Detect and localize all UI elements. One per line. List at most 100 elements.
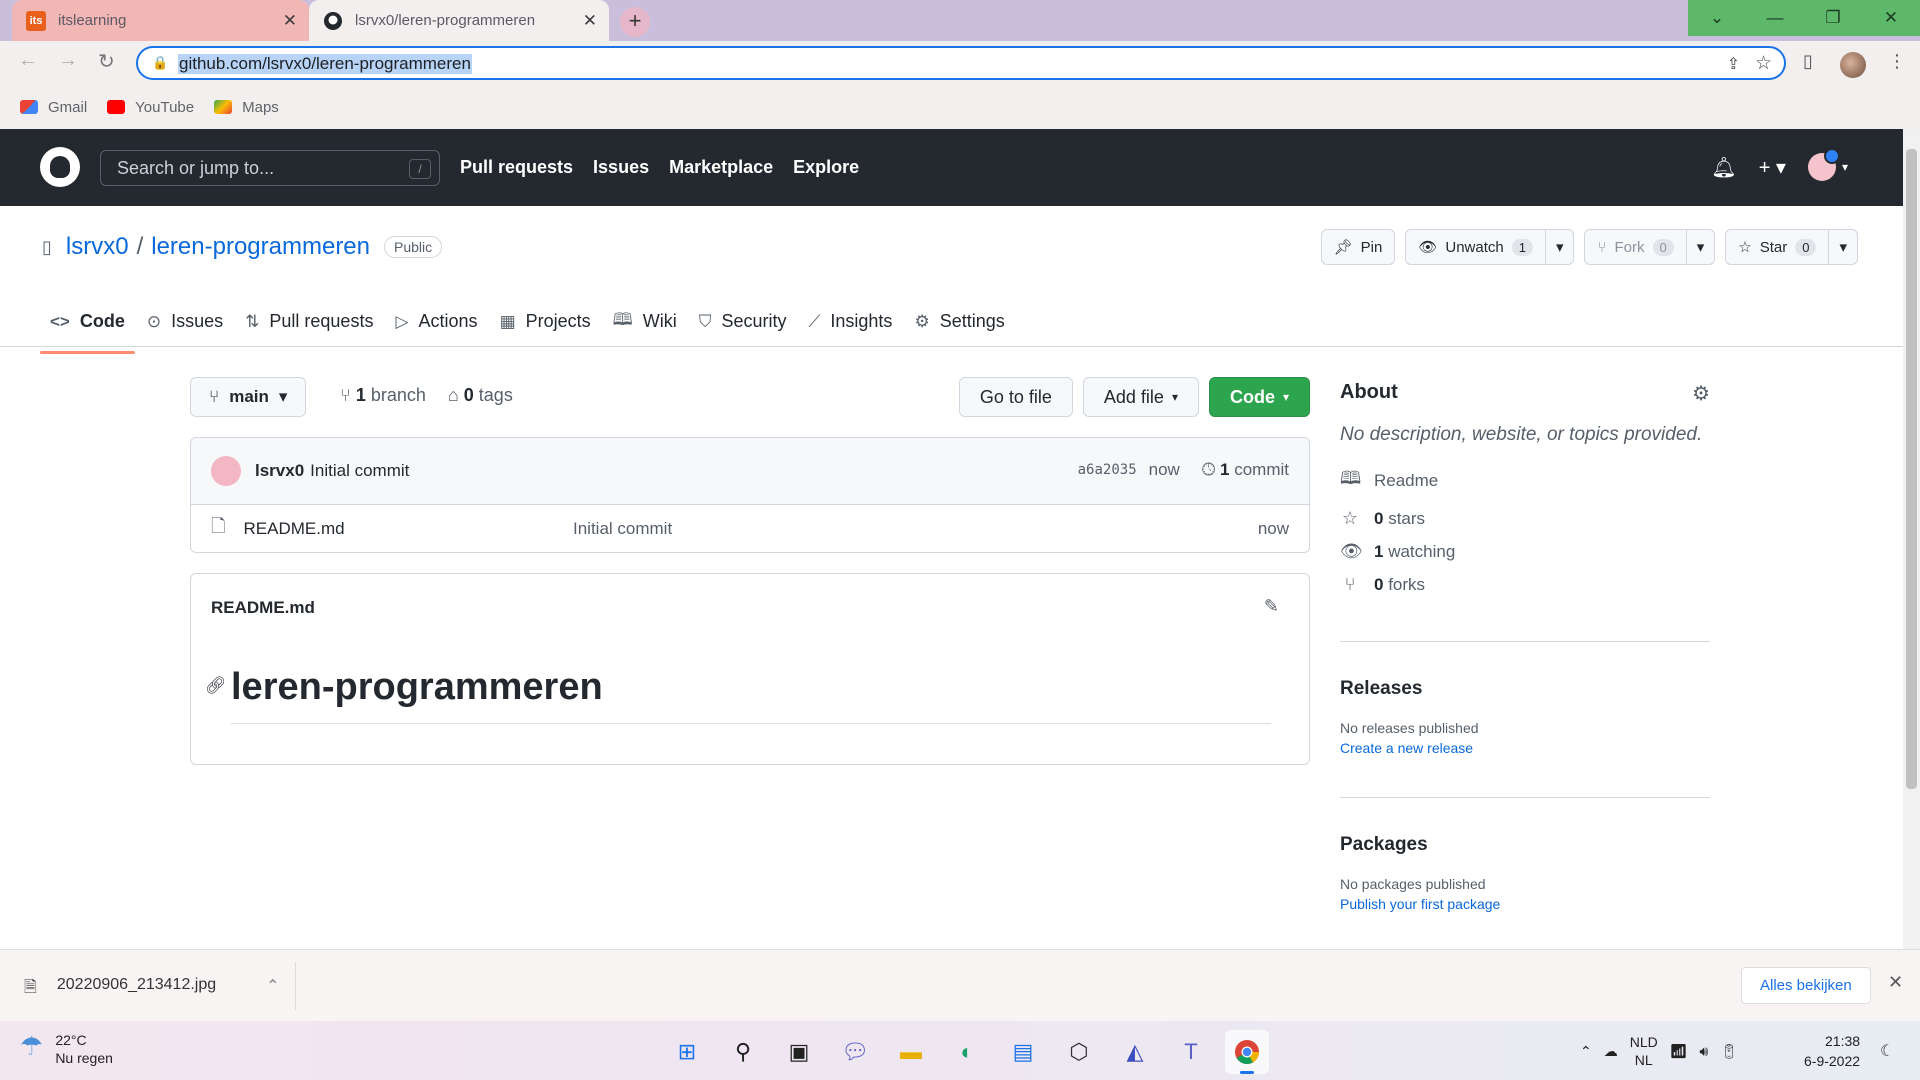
- close-tab-icon[interactable]: ✕: [283, 11, 297, 31]
- github-logo-icon[interactable]: [40, 147, 80, 187]
- close-icon[interactable]: ✕: [1888, 972, 1903, 993]
- volume-icon[interactable]: 🔊︎: [1700, 1043, 1709, 1060]
- gear-icon[interactable]: ⚙: [1692, 381, 1710, 406]
- bookmark-maps[interactable]: Maps: [214, 99, 279, 116]
- forks-link[interactable]: ⑂ 0 forks: [1340, 574, 1710, 595]
- unwatch-button[interactable]: 👁︎ Unwatch 1: [1405, 229, 1546, 265]
- url-text[interactable]: github.com/lsrvx0/leren-programmeren: [178, 54, 472, 74]
- tab-itslearning[interactable]: its itslearning ✕: [12, 0, 309, 41]
- readme-link[interactable]: 🕮 Readme: [1340, 466, 1710, 496]
- scrollbar-thumb[interactable]: [1906, 149, 1917, 789]
- pencil-icon[interactable]: ✎: [1264, 596, 1279, 617]
- new-tab-button[interactable]: +: [620, 7, 650, 37]
- share-icon[interactable]: ⇪: [1727, 54, 1740, 74]
- close-window-button[interactable]: ✕: [1862, 0, 1920, 36]
- forward-arrow-icon[interactable]: →: [58, 49, 78, 72]
- minimize-button[interactable]: —: [1746, 0, 1804, 36]
- weather-widget[interactable]: ☂ 22°C Nu regen: [20, 1031, 113, 1067]
- releases-title[interactable]: Releases: [1340, 678, 1710, 700]
- commit-message[interactable]: Initial commit: [310, 461, 409, 481]
- lock-icon[interactable]: 🔒: [152, 55, 168, 71]
- link-icon[interactable]: 🔗︎: [205, 676, 227, 696]
- bookmark-gmail[interactable]: Gmail: [20, 99, 87, 116]
- branch-select-button[interactable]: ⑂ main ▾: [190, 377, 307, 417]
- nav-explore[interactable]: Explore: [793, 157, 859, 178]
- onedrive-icon[interactable]: ☁: [1604, 1043, 1618, 1060]
- stars-link[interactable]: ☆ 0 stars: [1340, 508, 1710, 529]
- search-icon[interactable]: ⚲: [721, 1030, 765, 1074]
- unity-icon[interactable]: ⬡: [1057, 1030, 1101, 1074]
- issue-icon: ⊙: [146, 311, 162, 331]
- notification-moon-icon[interactable]: ☾: [1880, 1041, 1894, 1061]
- teams-icon[interactable]: T: [1169, 1030, 1213, 1074]
- tab-github-repo[interactable]: lsrvx0/leren-programmeren ✕: [309, 0, 609, 41]
- store-icon[interactable]: ▤: [1001, 1030, 1045, 1074]
- readme-label: Readme: [1374, 471, 1439, 490]
- user-menu[interactable]: ▾: [1807, 148, 1848, 181]
- plus-dropdown-icon[interactable]: + ▾: [1759, 155, 1786, 180]
- watch-dropdown-button[interactable]: ▾: [1545, 229, 1575, 265]
- shield-icon: ⛉: [698, 311, 712, 331]
- chevron-up-icon[interactable]: ⌃: [266, 976, 279, 1003]
- chrome-icon[interactable]: [1225, 1030, 1269, 1074]
- repo-name-link[interactable]: leren-programmeren: [151, 233, 370, 261]
- reload-icon[interactable]: ↻: [98, 49, 115, 74]
- bookmark-label: YouTube: [135, 98, 195, 116]
- add-file-button[interactable]: Add file ▾: [1082, 377, 1199, 417]
- show-all-downloads-button[interactable]: Alles bekijken: [1741, 967, 1871, 1004]
- address-bar[interactable]: 🔒 github.com/lsrvx0/leren-programmeren ⇪…: [136, 46, 1786, 80]
- wifi-icon[interactable]: 📶︎: [1670, 1043, 1688, 1060]
- tab-label: Wiki: [642, 311, 677, 331]
- branch-tag-info: ⑂ 1 branch ⌂ 0 tags: [340, 385, 513, 406]
- commit-author[interactable]: lsrvx0: [255, 461, 304, 481]
- tags-link[interactable]: ⌂ 0 tags: [448, 385, 513, 406]
- bell-icon[interactable]: 🔔︎: [1711, 155, 1736, 180]
- repo-owner-link[interactable]: lsrvx0: [66, 233, 129, 261]
- packages-title[interactable]: Packages: [1340, 834, 1710, 856]
- task-view-icon[interactable]: ▣: [777, 1030, 821, 1074]
- page-scrollbar[interactable]: [1903, 129, 1920, 949]
- file-commit-message[interactable]: Initial commit: [573, 519, 672, 539]
- readme-filename[interactable]: README.md: [211, 598, 315, 618]
- back-arrow-icon[interactable]: ←: [18, 49, 38, 72]
- go-to-file-button[interactable]: Go to file: [958, 377, 1073, 417]
- commit-history-link[interactable]: 🕓︎ 1 commit: [1202, 460, 1289, 480]
- file-name[interactable]: README.md: [243, 519, 344, 539]
- publish-package-link[interactable]: Publish your first package: [1340, 896, 1710, 912]
- chevron-up-icon[interactable]: ⌃: [1580, 1043, 1592, 1060]
- nav-marketplace[interactable]: Marketplace: [669, 157, 773, 178]
- restore-button[interactable]: ❐: [1804, 0, 1862, 36]
- clock[interactable]: 21:38 6-9-2022: [1804, 1031, 1860, 1071]
- weather-condition: Nu regen: [55, 1050, 113, 1066]
- visual-studio-icon[interactable]: ◭: [1113, 1030, 1157, 1074]
- create-release-link[interactable]: Create a new release: [1340, 740, 1710, 756]
- menu-dots-icon[interactable]: ⋮: [1888, 51, 1906, 72]
- battery-icon[interactable]: 🔋︎: [1720, 1043, 1738, 1060]
- avatar[interactable]: [211, 456, 241, 486]
- windows-start-icon[interactable]: ⊞: [665, 1030, 709, 1074]
- file-explorer-icon[interactable]: ▬: [889, 1030, 933, 1074]
- chat-icon[interactable]: 💬︎: [833, 1030, 877, 1074]
- star-dropdown-button[interactable]: ▾: [1829, 229, 1858, 265]
- side-panel-icon[interactable]: ▯: [1803, 51, 1813, 72]
- code-button[interactable]: Code ▾: [1208, 377, 1310, 417]
- close-tab-icon[interactable]: ✕: [583, 11, 597, 31]
- edge-icon[interactable]: ◐: [945, 1030, 989, 1074]
- chevron-down-icon[interactable]: ⌄: [1688, 0, 1746, 36]
- watching-link[interactable]: 👁︎ 1 watching: [1340, 541, 1710, 562]
- nav-issues[interactable]: Issues: [593, 157, 649, 178]
- bookmark-star-icon[interactable]: ☆: [1755, 52, 1772, 75]
- fork-dropdown-button[interactable]: ▾: [1686, 229, 1716, 265]
- nav-pull-requests[interactable]: Pull requests: [460, 157, 573, 178]
- star-button[interactable]: ☆ Star 0: [1725, 229, 1830, 265]
- download-item[interactable]: 🗎 20220906_213412.jpg ⌃: [24, 976, 280, 1003]
- branches-link[interactable]: ⑂ 1 branch: [340, 385, 426, 406]
- code-icon: <>: [50, 311, 70, 331]
- search-input[interactable]: Search or jump to... /: [100, 150, 440, 186]
- profile-avatar[interactable]: [1840, 52, 1866, 78]
- language-indicator[interactable]: NLD NL: [1630, 1033, 1658, 1069]
- commit-sha[interactable]: a6a2035: [1078, 462, 1137, 478]
- fork-button[interactable]: ⑂ Fork 0: [1584, 229, 1687, 265]
- bookmark-youtube[interactable]: YouTube: [107, 99, 194, 116]
- pin-button[interactable]: 📌︎ Pin: [1320, 229, 1396, 265]
